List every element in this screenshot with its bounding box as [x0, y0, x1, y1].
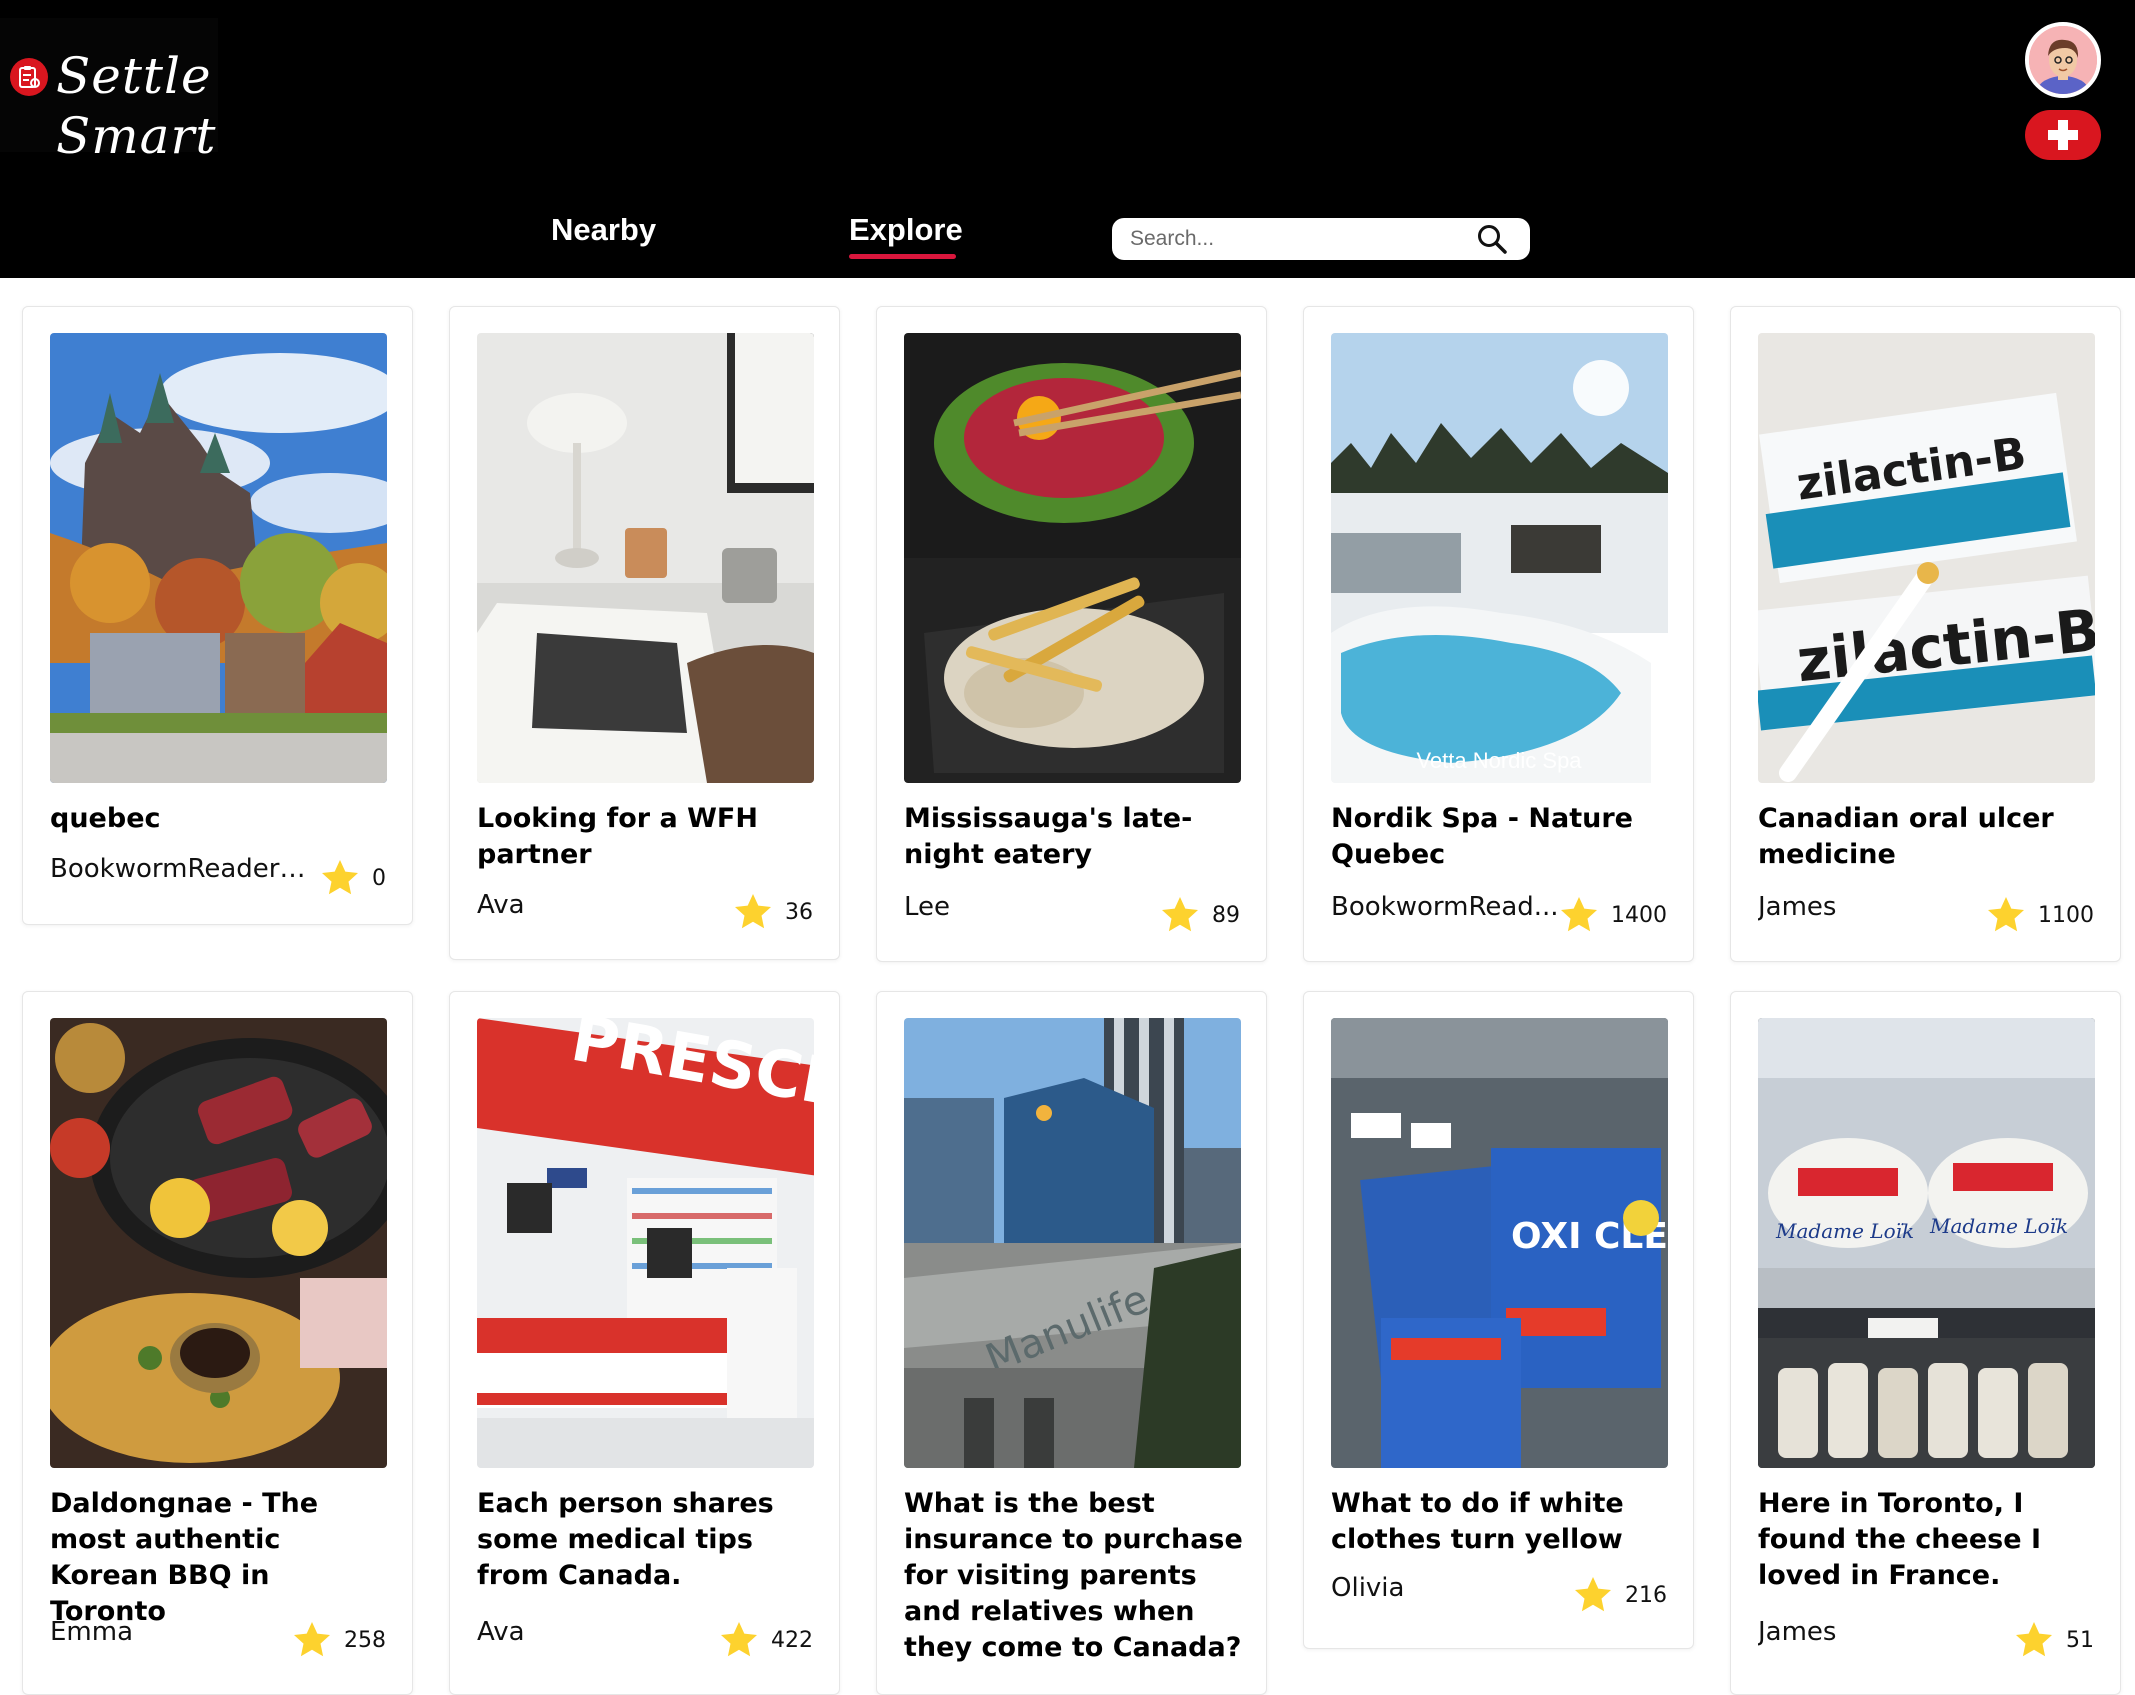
clipboard-icon: [10, 58, 48, 96]
post-title[interactable]: quebec: [50, 801, 390, 837]
plus-icon: [2048, 120, 2078, 150]
tab-nearby[interactable]: Nearby: [551, 210, 656, 250]
search-bar: [1112, 218, 1530, 260]
star-icon: [294, 1622, 330, 1657]
post-title[interactable]: Canadian oral ulcer medicine: [1758, 801, 2098, 873]
post-likes[interactable]: 36: [733, 892, 813, 932]
post-card[interactable]: PRESCR Each person shares some medical t…: [449, 991, 840, 1695]
like-count: 1400: [1611, 902, 1667, 928]
like-count: 258: [344, 1627, 386, 1653]
post-image-insurance[interactable]: Manulife: [904, 1018, 1241, 1468]
like-count: 216: [1625, 1582, 1667, 1608]
post-image-quebec[interactable]: [50, 333, 387, 783]
post-author[interactable]: James: [1758, 891, 1836, 923]
post-likes[interactable]: 422: [719, 1620, 813, 1660]
post-card[interactable]: Manulife What is the best insurance to p…: [876, 991, 1267, 1695]
post-title[interactable]: What to do if white clothes turn yellow: [1331, 1486, 1671, 1558]
post-author[interactable]: James: [1758, 1616, 1836, 1648]
star-icon: [735, 894, 771, 929]
logo-text-line2: Smart: [56, 107, 217, 165]
post-author[interactable]: Ava: [477, 1616, 525, 1648]
post-likes[interactable]: 1400: [1559, 895, 1667, 935]
post-image-wfh[interactable]: [477, 333, 814, 783]
cheese-label-left: Madame Loïk: [1775, 1219, 1914, 1243]
post-title[interactable]: What is the best insurance to purchase f…: [904, 1486, 1244, 1666]
post-card[interactable]: Madame Loïk Madame Loïk Here in Toronto,…: [1730, 991, 2121, 1695]
post-title[interactable]: Nordik Spa - Nature Quebec: [1331, 801, 1671, 873]
star-icon: [1162, 897, 1198, 932]
post-image-korean-bbq[interactable]: [50, 1018, 387, 1468]
post-card[interactable]: quebec BookwormReader88 0: [22, 306, 413, 925]
search-input[interactable]: [1128, 218, 1458, 260]
user-avatar[interactable]: [2025, 22, 2101, 98]
post-likes[interactable]: 258: [292, 1620, 386, 1660]
post-title[interactable]: Daldongnae - The most authentic Korean B…: [50, 1486, 390, 1630]
post-author[interactable]: Lee: [904, 891, 950, 923]
avatar-icon: [2029, 26, 2097, 94]
post-likes[interactable]: 1100: [1986, 895, 2094, 935]
post-title[interactable]: Mississauga's late-night eatery: [904, 801, 1244, 873]
add-post-button[interactable]: [2025, 110, 2101, 160]
post-image-oral-ulcer[interactable]: zilactin-B zilactin-B: [1758, 333, 2095, 783]
post-image-eatery[interactable]: [904, 333, 1241, 783]
star-icon: [1561, 897, 1597, 932]
post-likes[interactable]: 89: [1160, 895, 1240, 935]
search-icon[interactable]: [1476, 223, 1508, 255]
like-count: 422: [771, 1627, 813, 1653]
logo-text-line1: Settle: [56, 47, 212, 105]
post-image-pharmacy[interactable]: PRESCR: [477, 1018, 814, 1468]
post-card[interactable]: Looking for a WFH partner Ava 36: [449, 306, 840, 960]
post-likes[interactable]: 0: [320, 858, 386, 898]
post-card[interactable]: Vetta Nordic Spa Nordik Spa - Nature Que…: [1303, 306, 1694, 962]
post-title[interactable]: Each person shares some medical tips fro…: [477, 1486, 817, 1594]
top-bar: Settle Smart Nearby Explore: [0, 0, 2135, 278]
post-image-cheese[interactable]: Madame Loïk Madame Loïk: [1758, 1018, 2095, 1468]
post-author[interactable]: Ava: [477, 889, 525, 921]
post-image-nordik-spa[interactable]: Vetta Nordic Spa: [1331, 333, 1668, 783]
post-author[interactable]: Emma: [50, 1616, 133, 1648]
post-author[interactable]: Olivia: [1331, 1572, 1404, 1604]
spa-image-caption: Vetta Nordic Spa: [1416, 748, 1582, 773]
star-icon: [1575, 1577, 1611, 1612]
like-count: 36: [785, 899, 813, 925]
tab-explore[interactable]: Explore: [849, 210, 963, 250]
cheese-label-right: Madame Loïk: [1929, 1214, 2068, 1238]
active-tab-indicator: [849, 254, 956, 259]
star-icon: [1988, 897, 2024, 932]
star-icon: [721, 1622, 757, 1657]
post-card[interactable]: Daldongnae - The most authentic Korean B…: [22, 991, 413, 1695]
post-title[interactable]: Looking for a WFH partner: [477, 801, 817, 873]
app-logo[interactable]: Settle Smart: [0, 18, 218, 164]
post-card[interactable]: OXI CLEAN What to do if white clothes tu…: [1303, 991, 1694, 1649]
post-likes[interactable]: 51: [2014, 1620, 2094, 1660]
like-count: 1100: [2038, 902, 2094, 928]
post-likes[interactable]: 216: [1573, 1575, 1667, 1615]
post-title[interactable]: Here in Toronto, I found the cheese I lo…: [1758, 1486, 2098, 1594]
like-count: 89: [1212, 902, 1240, 928]
star-icon: [2016, 1622, 2052, 1657]
post-author[interactable]: BookwormReader88: [50, 853, 310, 885]
star-icon: [322, 860, 358, 895]
post-card[interactable]: zilactin-B zilactin-B Canadian oral ulce…: [1730, 306, 2121, 962]
post-author[interactable]: BookwormRead...: [1331, 891, 1559, 923]
post-card[interactable]: Mississauga's late-night eatery Lee 89: [876, 306, 1267, 962]
post-image-oxiclean[interactable]: OXI CLEAN: [1331, 1018, 1668, 1468]
like-count: 0: [372, 865, 386, 891]
like-count: 51: [2066, 1627, 2094, 1653]
